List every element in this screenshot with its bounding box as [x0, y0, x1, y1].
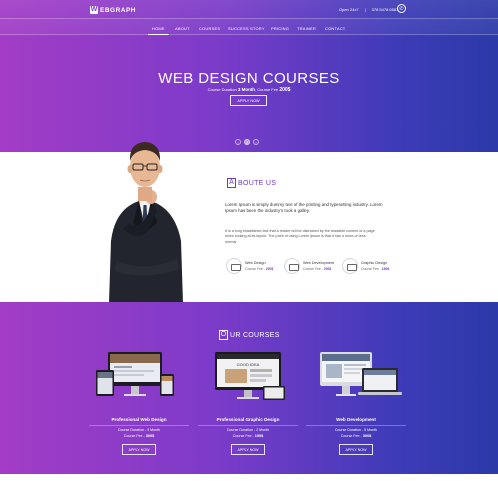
- businessman-photo: [109, 142, 183, 303]
- service-fee: Course Fee - 200$: [245, 267, 273, 271]
- nav-home[interactable]: HOME: [148, 26, 169, 35]
- service-graphic-design[interactable]: Graphic Design Course Fee - 150$: [342, 258, 389, 274]
- nav-courses[interactable]: COURSES: [199, 26, 220, 31]
- course-title: Professional Web Design: [111, 417, 167, 422]
- course-fee: Course Fee - 150$: [198, 434, 298, 438]
- service-web-design[interactable]: Web Design Course Fee - 200$: [226, 258, 273, 274]
- course-divider: [198, 425, 298, 426]
- about-heading-text: BOUTE US: [238, 179, 277, 187]
- courses-heading: O UR COURSES: [219, 330, 280, 340]
- course-divider: [89, 425, 189, 426]
- service-fee-value: 150$: [381, 267, 390, 271]
- fee-value: 200$: [279, 87, 291, 93]
- page-bottom: [0, 474, 498, 481]
- service-info: Web Design Course Fee - 200$: [245, 261, 273, 271]
- about-intro-text: Lorem Ipsum is simply dummy text of the …: [225, 202, 383, 214]
- service-fee: Course Fee - 150$: [361, 267, 389, 271]
- service-fee-label: Course Fee -: [303, 267, 323, 271]
- course-fee-value: 300$: [145, 434, 155, 438]
- duration-label: Course Duration: [207, 87, 237, 92]
- course-title: Professional Graphic Design: [216, 417, 280, 422]
- course-image-web-development: [320, 352, 402, 396]
- course-fee-label: Course Fee -: [123, 434, 145, 438]
- slider-pagination: ‹ 2 ›: [235, 139, 259, 145]
- slider-page-2[interactable]: 2: [244, 139, 250, 145]
- service-fee-label: Course Fee -: [245, 267, 265, 271]
- course-fee: Course Fee - 300$: [306, 434, 406, 438]
- courses-heading-initial: O: [219, 330, 228, 340]
- service-name: Graphic Design: [361, 261, 388, 265]
- service-info: Web Development Course Fee - 200$: [303, 261, 334, 271]
- course-duration: Course Duration - 3 Month: [117, 428, 161, 432]
- hero-subtitle: Course Duration 3 Month, Course Fee 200$: [0, 87, 498, 93]
- course-image-graphic-design: GOOD IDEA: [215, 352, 285, 400]
- hero-title: WEB DESIGN COURSES: [158, 70, 340, 87]
- service-fee-value: 200$: [323, 267, 332, 271]
- logo-text: EBGRAPH: [100, 6, 137, 14]
- course-fee-value: 150$: [254, 434, 264, 438]
- slider-prev-button[interactable]: ‹: [235, 139, 241, 145]
- about-detail-text: It is a long established fact that a rea…: [225, 229, 375, 244]
- course-title: Web Development: [336, 417, 376, 422]
- site-logo[interactable]: W EBGRAPH: [90, 6, 136, 14]
- nav-success-story[interactable]: SUCCESS STORY: [228, 26, 265, 31]
- top-contact: Open 24x7 | 378 5478 6587: [339, 7, 398, 12]
- nav-contact[interactable]: CONTACT: [325, 26, 345, 31]
- service-web-development[interactable]: Web Development Course Fee - 200$: [284, 258, 334, 274]
- service-fee-value: 200$: [265, 267, 274, 271]
- apply-now-button[interactable]: APPLY NOW: [231, 444, 265, 455]
- code-icon: [284, 258, 300, 274]
- service-fee-label: Course Fee -: [361, 267, 381, 271]
- main-nav: HOME ABOUT COURSES SUCCESS STORY PRICING…: [0, 18, 498, 35]
- fee-label: , Course Fee: [255, 87, 279, 92]
- hero-apply-button[interactable]: APPLY NOW: [230, 95, 267, 106]
- service-name: Web Development: [303, 261, 335, 265]
- phone-icon[interactable]: ✆: [397, 4, 406, 13]
- service-info: Graphic Design Course Fee - 150$: [361, 261, 389, 271]
- duration-value: 3 Month: [237, 87, 256, 92]
- service-name: Web Design: [245, 261, 266, 265]
- course-fee-label: Course Fee -: [232, 434, 254, 438]
- top-bar: W EBGRAPH Open 24x7 | 378 5478 6587 ✆: [0, 0, 498, 18]
- courses-heading-text: UR COURSES: [230, 331, 280, 339]
- screen-headline: GOOD IDEA: [237, 362, 260, 367]
- open-hours: Open 24x7: [339, 7, 359, 12]
- nav-about[interactable]: ABOUT: [175, 26, 190, 31]
- about-heading: A BOUTE US: [227, 178, 276, 188]
- course-duration: Course Duration - 2 Month: [226, 428, 270, 432]
- service-fee: Course Fee - 200$: [303, 267, 334, 271]
- slider-next-button[interactable]: ›: [253, 139, 259, 145]
- about-section: [0, 152, 498, 302]
- contact-separator: |: [364, 7, 366, 12]
- palette-icon: [342, 258, 358, 274]
- course-fee-value: 300$: [362, 434, 372, 438]
- course-image-web-design: [96, 352, 174, 396]
- course-duration: Course Duration - 5 Month: [334, 428, 378, 432]
- monitor-icon: [226, 258, 242, 274]
- logo-mark: W: [90, 6, 98, 14]
- apply-now-button[interactable]: APPLY NOW: [339, 444, 373, 455]
- apply-now-button[interactable]: APPLY NOW: [122, 444, 156, 455]
- about-heading-initial: A: [227, 178, 236, 188]
- phone-number: 378 5478 6587: [371, 7, 399, 12]
- nav-pricing[interactable]: PRICING: [271, 26, 289, 31]
- nav-trainer[interactable]: TRAINER: [297, 26, 316, 31]
- course-fee: Course Fee - 300$: [89, 434, 189, 438]
- course-divider: [306, 425, 406, 426]
- course-fee-label: Course Fee -: [340, 434, 362, 438]
